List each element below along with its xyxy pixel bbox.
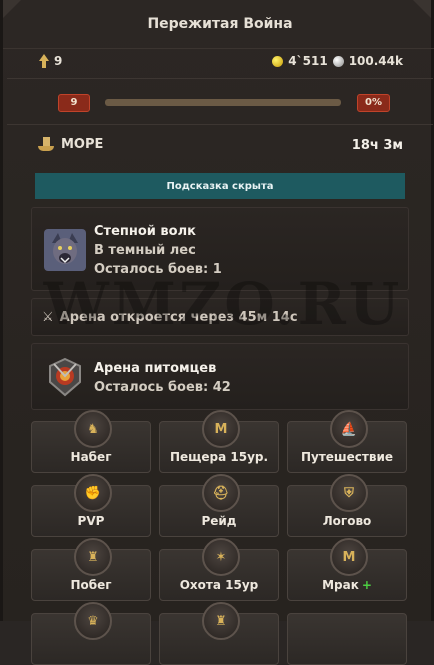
- darkness-label: Мрак: [322, 578, 359, 592]
- shield-icon: ⛨: [330, 474, 368, 512]
- level-up-arrow-icon: [39, 54, 49, 68]
- action-button-lair[interactable]: ⛨ Логово: [287, 474, 407, 537]
- action-label: Мрак +: [288, 578, 406, 592]
- divider: [7, 78, 433, 79]
- quest-text: Степной волк В темный лес Осталось боев:…: [94, 222, 222, 279]
- pet-arena-name: Арена питомцев: [94, 361, 217, 376]
- hint-banner[interactable]: Подсказка скрыта: [35, 173, 405, 199]
- arena-notice-text: Арена откроется через 45м 14с: [59, 309, 298, 325]
- action-button-hunt[interactable]: ✶ Охота 15ур: [159, 538, 279, 601]
- action-button-darkness[interactable]: M Мрак +: [287, 538, 407, 601]
- crossed-swords-icon: ⚔: [42, 309, 54, 325]
- level-value: 9: [54, 54, 63, 68]
- ship-icon: ⛵: [330, 410, 368, 448]
- location-timer: 18ч 3м: [351, 138, 403, 153]
- action-label: PVP: [77, 514, 105, 528]
- gold-value: 4`511: [288, 54, 328, 68]
- action-button-raid[interactable]: ♞ Набег: [31, 410, 151, 473]
- action-label: Логово: [322, 514, 372, 528]
- xp-percent-badge: 0%: [357, 94, 390, 112]
- quest-name: Степной волк: [94, 224, 196, 239]
- quest-panel[interactable]: Степной волк В темный лес Осталось боев:…: [31, 207, 409, 291]
- quest-destination: В темный лес: [94, 243, 196, 258]
- gold-coin-icon: [272, 55, 284, 67]
- extra-icon: ♜: [202, 602, 240, 640]
- pet-arena-battles-left: Осталось боев: 42: [94, 380, 231, 395]
- action-label: Охота 15ур: [179, 578, 259, 592]
- silver-coin-icon: [332, 55, 344, 67]
- action-button-pvp[interactable]: ✊ PVP: [31, 474, 151, 537]
- wolf-portrait: [44, 229, 86, 271]
- hunt-icon: ✶: [202, 538, 240, 576]
- silver-value: 100.44k: [348, 54, 403, 68]
- ship-icon: [37, 137, 55, 152]
- pet-arena-text: Арена питомцев Осталось боев: 42: [94, 359, 231, 397]
- xp-row: 9 0%: [3, 90, 434, 114]
- title-bar: Пережитая Война: [3, 0, 434, 49]
- game-frame: Пережитая Война 9 4`511 100.44k 9 0% МОР…: [0, 0, 434, 665]
- extra-icon: ♛: [74, 602, 112, 640]
- action-label: Пещера 15ур.: [169, 450, 269, 464]
- xp-progress-bar: [105, 99, 341, 106]
- xp-level-badge: 9: [58, 94, 90, 112]
- action-button-raid-group[interactable]: ⛑ Рейд: [159, 474, 279, 537]
- location-row: МОРЕ 18ч 3м: [3, 134, 434, 158]
- action-button-travel[interactable]: ⛵ Путешествие: [287, 410, 407, 473]
- page-title: Пережитая Война: [147, 16, 293, 32]
- knight-icon: ♞: [74, 410, 112, 448]
- armor-icon: ♜: [74, 538, 112, 576]
- location-name: МОРЕ: [61, 137, 104, 152]
- hint-text: Подсказка скрыта: [166, 180, 274, 192]
- pet-arena-emblem-icon: [44, 356, 86, 398]
- action-button-cave[interactable]: M Пещера 15ур.: [159, 410, 279, 473]
- action-label: Побег: [70, 578, 112, 592]
- helmet-icon: ⛑: [202, 474, 240, 512]
- arena-notice: ⚔ Арена откроется через 45м 14с: [31, 298, 409, 336]
- darkness-icon: M: [330, 538, 368, 576]
- level-indicator[interactable]: 9: [39, 54, 62, 68]
- location-link[interactable]: МОРЕ: [37, 137, 103, 152]
- action-label: Набег: [70, 450, 112, 464]
- action-label: Рейд: [201, 514, 237, 528]
- action-label: Путешествие: [300, 450, 394, 464]
- divider: [7, 124, 433, 125]
- plus-badge: +: [361, 578, 372, 592]
- currency-group: 4`511 100.44k: [272, 54, 403, 68]
- quest-battles-left: Осталось боев: 1: [94, 262, 222, 277]
- resource-bar: 9 4`511 100.44k: [3, 48, 434, 76]
- fist-icon: ✊: [74, 474, 112, 512]
- action-button-escape[interactable]: ♜ Побег: [31, 538, 151, 601]
- pet-arena-panel[interactable]: Арена питомцев Осталось боев: 42: [31, 343, 409, 410]
- cave-icon: M: [202, 410, 240, 448]
